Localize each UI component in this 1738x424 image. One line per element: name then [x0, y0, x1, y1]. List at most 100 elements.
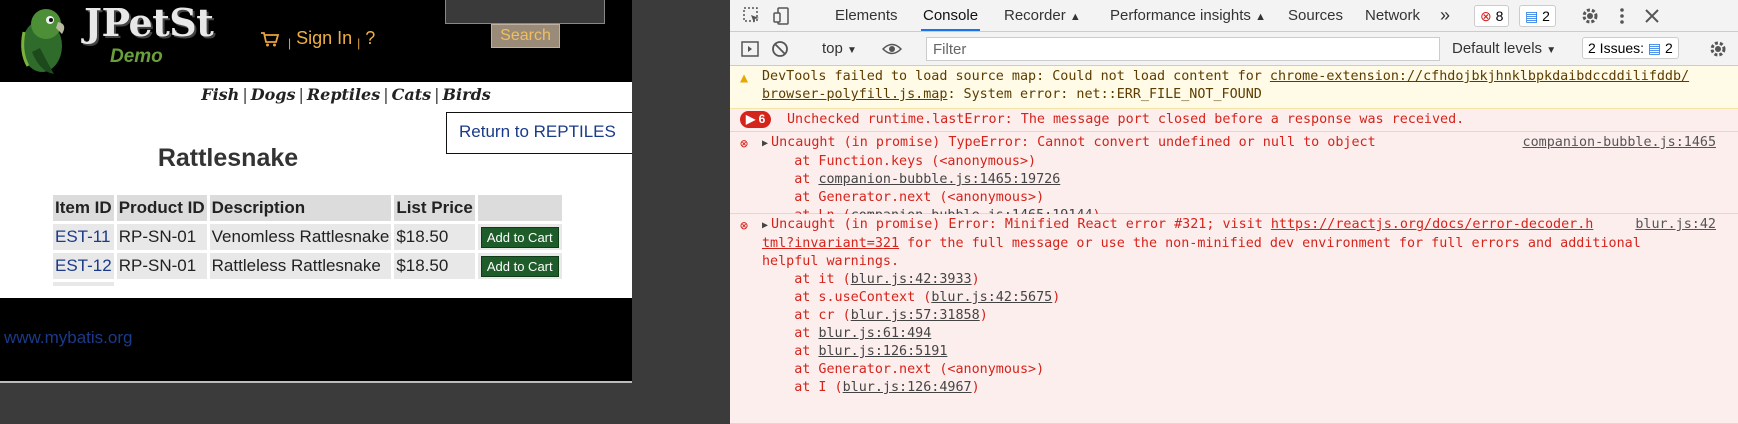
- more-options-icon[interactable]: [1612, 6, 1632, 26]
- stack-frame-suffix: ): [971, 380, 980, 395]
- devtools-tabbar: Elements Console Recorder ▲ Performance …: [730, 0, 1738, 32]
- stack-frame: at Generator.next (<anonymous>): [794, 190, 1045, 205]
- quicklink-reptiles[interactable]: Reptiles: [307, 85, 380, 104]
- quicklink-separator: |: [298, 85, 304, 104]
- quicklink-birds[interactable]: Birds: [443, 85, 491, 104]
- spacer-cell: [53, 282, 114, 286]
- description-cell: Venomless Rattlesnake: [209, 224, 392, 250]
- settings-gear-icon[interactable]: [1580, 6, 1600, 26]
- log-levels-label: Default levels: [1452, 40, 1543, 57]
- console-error[interactable]: ⊗ ▶ Uncaught (in promise) Error: Minified…: [730, 214, 1738, 424]
- tab-console[interactable]: Console: [921, 0, 981, 31]
- add-to-cart-button[interactable]: Add to Cart: [480, 226, 559, 248]
- error-source-link[interactable]: companion-bubble.js:1465: [1523, 134, 1716, 152]
- issues-label: 2 Issues:: [1588, 40, 1645, 56]
- search-input[interactable]: [445, 0, 605, 24]
- message-icon: ▤: [1525, 8, 1539, 24]
- help-link[interactable]: ?: [365, 28, 375, 49]
- quicklink-fish[interactable]: Fish: [201, 85, 239, 104]
- warning-line-2: : System error: net::ERR_FILE_NOT_FOUND: [947, 87, 1262, 102]
- error-repeat-count: ▶ 6: [740, 111, 772, 128]
- react-error-link[interactable]: https://reactjs.org/docs/error-decoder.h: [1271, 217, 1593, 232]
- sidebar-toggle-icon[interactable]: [740, 39, 760, 59]
- search-button[interactable]: Search: [491, 24, 560, 48]
- stack-frame-prefix: at: [794, 344, 819, 359]
- error-count-badge[interactable]: ⊗ 8: [1474, 5, 1510, 27]
- stack-frame-link[interactable]: blur.js:126:4967: [843, 380, 972, 395]
- table-spacer-row: [53, 282, 562, 286]
- stack-frame-link[interactable]: blur.js:61:494: [818, 326, 931, 341]
- filter-input[interactable]: Filter: [926, 37, 1440, 61]
- stack-frame-prefix: at s.useContext (: [794, 290, 932, 305]
- console-messages: ▲ DevTools failed to load source map: Co…: [730, 66, 1738, 424]
- shopping-cart-icon[interactable]: [260, 31, 280, 47]
- menu-separator: |: [357, 35, 361, 50]
- log-levels-dropdown[interactable]: Default levels ▼: [1452, 40, 1556, 57]
- issues-button[interactable]: 2 Issues: ▤ 2: [1582, 37, 1679, 59]
- context-selector[interactable]: top ▼: [822, 40, 857, 57]
- tab-recorder[interactable]: Recorder ▲: [1002, 0, 1083, 31]
- tab-performance-label: Performance insights: [1110, 7, 1251, 24]
- console-error: ▶ 6 Unchecked runtime.lastError: The mes…: [730, 109, 1738, 132]
- source-map-link-continued[interactable]: browser-polyfill.js.map: [762, 87, 947, 102]
- eye-icon[interactable]: [882, 39, 902, 59]
- warning-text: DevTools failed to load source map: Coul…: [762, 68, 1689, 104]
- stack-frame-link[interactable]: blur.js:42:5675: [931, 290, 1052, 305]
- more-tabs-button[interactable]: »: [1438, 0, 1452, 31]
- tab-network[interactable]: Network: [1363, 0, 1422, 31]
- device-toolbar-icon[interactable]: [772, 6, 792, 26]
- stack-frame-prefix: at it (: [794, 272, 851, 287]
- store-page: JPetSt Demo | Sign In | ? Search Fish | Do…: [0, 0, 632, 424]
- stack-frame-prefix: at: [794, 172, 819, 187]
- source-map-link[interactable]: chrome-extension://cfhdojbkjhnklbpkdaibd…: [1270, 69, 1689, 84]
- message-count: 2: [1542, 8, 1550, 24]
- error-source-link[interactable]: blur.js:42: [1635, 216, 1716, 234]
- store-logo[interactable]: JPetSt Demo: [10, 0, 215, 78]
- mybatis-link[interactable]: www.mybatis.org: [4, 328, 132, 348]
- quicklink-dogs[interactable]: Dogs: [251, 85, 296, 104]
- stack-frame-link[interactable]: blur.js:42:3933: [851, 272, 972, 287]
- stack-frame-link[interactable]: blur.js:126:5191: [818, 344, 947, 359]
- return-to-category-link[interactable]: Return to REPTILES: [459, 122, 616, 142]
- menu-separator: |: [288, 35, 292, 50]
- sign-in-link[interactable]: Sign In: [296, 28, 352, 49]
- tab-sources[interactable]: Sources: [1286, 0, 1345, 31]
- expand-triangle-icon[interactable]: ▶: [762, 217, 768, 235]
- store-footer: www.mybatis.org: [0, 298, 632, 383]
- error-icon: ⊗: [740, 219, 749, 234]
- error-count: 8: [1495, 8, 1504, 24]
- filter-placeholder: Filter: [933, 41, 967, 58]
- item-id-link[interactable]: EST-11: [55, 227, 110, 246]
- add-to-cart-button[interactable]: Add to Cart: [480, 255, 559, 277]
- store-logo-title: JPetSt: [84, 0, 214, 45]
- column-header: [477, 195, 562, 221]
- item-id-cell: EST-11: [53, 224, 114, 250]
- console-settings-gear-icon[interactable]: [1708, 39, 1728, 59]
- tab-performance-insights[interactable]: Performance insights ▲: [1108, 0, 1268, 31]
- quicklink-separator: |: [242, 85, 248, 104]
- stack-frame-link[interactable]: companion-bubble.js:1465:19726: [818, 172, 1060, 187]
- close-icon[interactable]: [1642, 6, 1662, 26]
- console-error[interactable]: ⊗ ▶ Uncaught (in promise) TypeError: Cann…: [730, 132, 1738, 223]
- message-count-badge[interactable]: ▤ 2: [1519, 5, 1556, 27]
- expand-triangle-icon[interactable]: ▶: [762, 135, 768, 153]
- store-logo-subtitle: Demo: [110, 46, 163, 67]
- error-icon: ⊗: [1480, 8, 1492, 24]
- category-quicklinks: Fish | Dogs | Reptiles | Cats | Birds: [0, 82, 632, 104]
- stack-frame-link[interactable]: blur.js:57:31858: [851, 308, 980, 323]
- header-menu: | Sign In | ?: [260, 28, 375, 50]
- inspect-element-icon[interactable]: [742, 6, 762, 26]
- react-error-link-continued[interactable]: tml?invariant=321: [762, 236, 899, 251]
- column-header: Product ID: [116, 195, 207, 221]
- tab-elements[interactable]: Elements: [833, 0, 900, 31]
- item-id-link[interactable]: EST-12: [55, 256, 112, 275]
- quicklink-separator: |: [434, 85, 440, 104]
- action-cell: Add to Cart: [477, 224, 562, 250]
- stack-frame-suffix: ): [1052, 290, 1061, 305]
- quicklink-cats[interactable]: Cats: [392, 85, 432, 104]
- clear-console-icon[interactable]: [770, 39, 790, 59]
- quicklink-separator: |: [383, 85, 389, 104]
- chevron-down-icon: ▼: [847, 45, 857, 56]
- table-row: EST-11 RP-SN-01 Venomless Rattlesnake $1…: [53, 224, 562, 250]
- error-text: Unchecked runtime.lastError: The message…: [787, 112, 1465, 127]
